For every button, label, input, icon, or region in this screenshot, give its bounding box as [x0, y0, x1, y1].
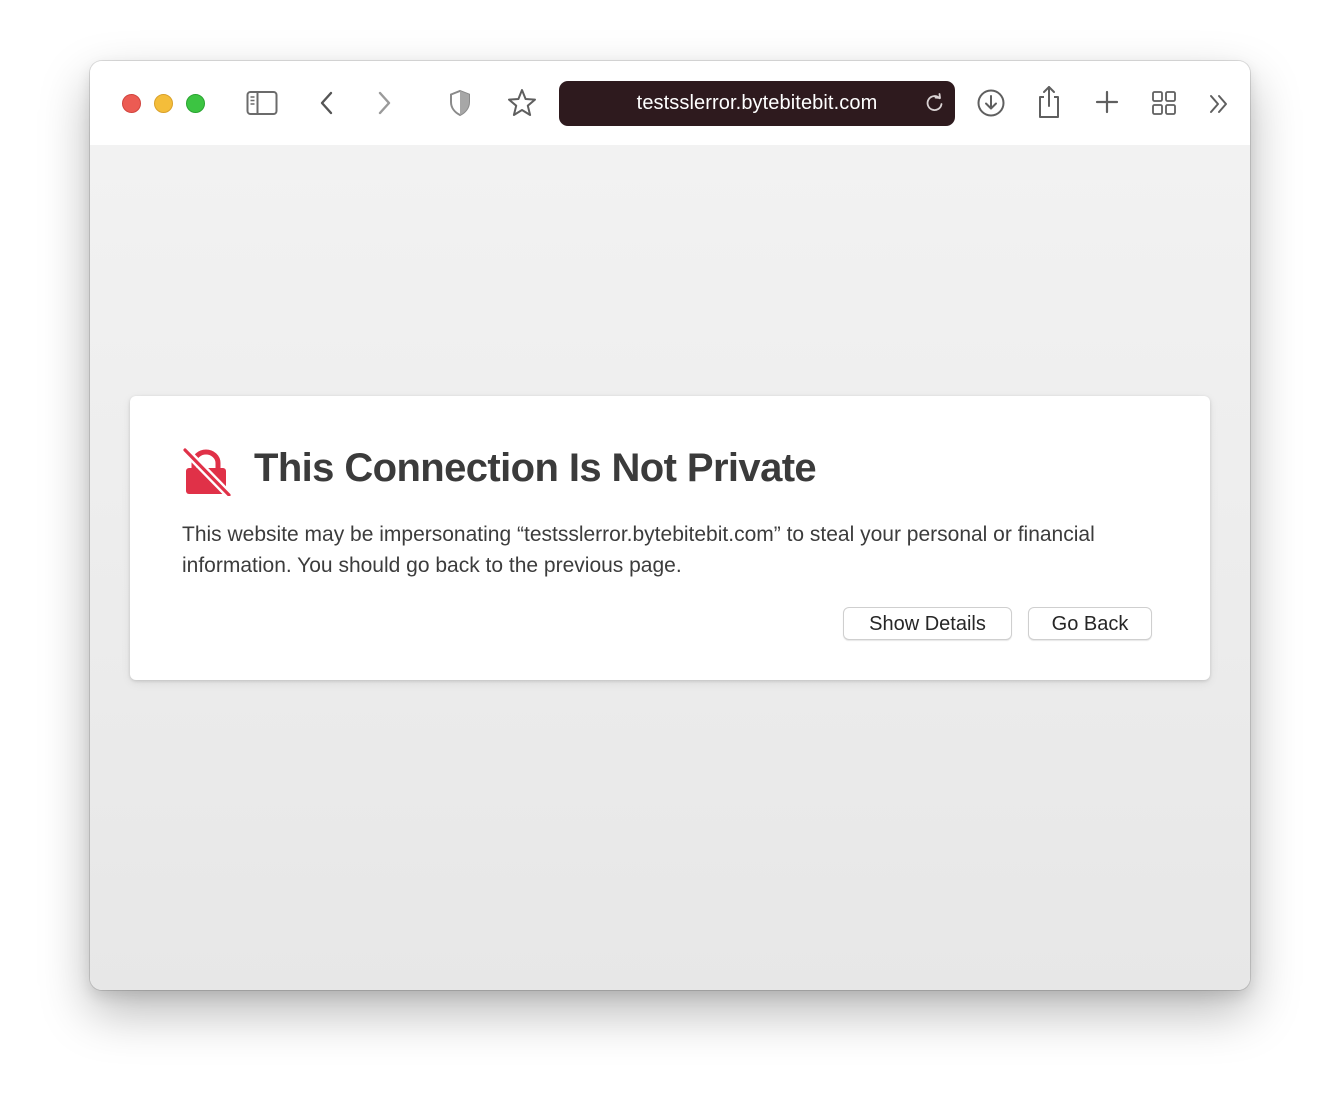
address-bar[interactable]: testsslerror.bytebitebit.com: [559, 81, 955, 126]
forward-arrow-icon[interactable]: [371, 88, 397, 118]
plus-icon[interactable]: [1092, 87, 1122, 117]
download-icon[interactable]: [974, 86, 1008, 120]
close-window-button[interactable]: [122, 94, 141, 113]
reload-icon[interactable]: [925, 93, 945, 113]
browser-toolbar: testsslerror.bytebitebit.com: [90, 61, 1250, 145]
warning-message: This website may be impersonating “tests…: [182, 523, 1095, 577]
warning-title: This Connection Is Not Private: [254, 446, 817, 490]
browser-window: testsslerror.bytebitebit.com This Connec…: [90, 61, 1250, 990]
go-back-button[interactable]: Go Back: [1028, 607, 1152, 640]
show-details-button[interactable]: Show Details: [843, 607, 1012, 640]
address-url[interactable]: testsslerror.bytebitebit.com: [559, 81, 955, 126]
warning-card: This Connection Is Not Private This webs…: [130, 396, 1210, 680]
maximize-window-button[interactable]: [186, 94, 205, 113]
back-arrow-icon[interactable]: [314, 88, 340, 118]
tab-overview-icon[interactable]: [1149, 88, 1179, 118]
share-icon[interactable]: [1033, 83, 1065, 121]
star-icon[interactable]: [505, 86, 539, 120]
sidebar-icon[interactable]: [245, 88, 279, 118]
chevron-double-right-icon[interactable]: [1204, 90, 1234, 118]
lock-slash-icon: [180, 446, 233, 499]
shield-icon[interactable]: [446, 88, 474, 118]
minimize-window-button[interactable]: [154, 94, 173, 113]
